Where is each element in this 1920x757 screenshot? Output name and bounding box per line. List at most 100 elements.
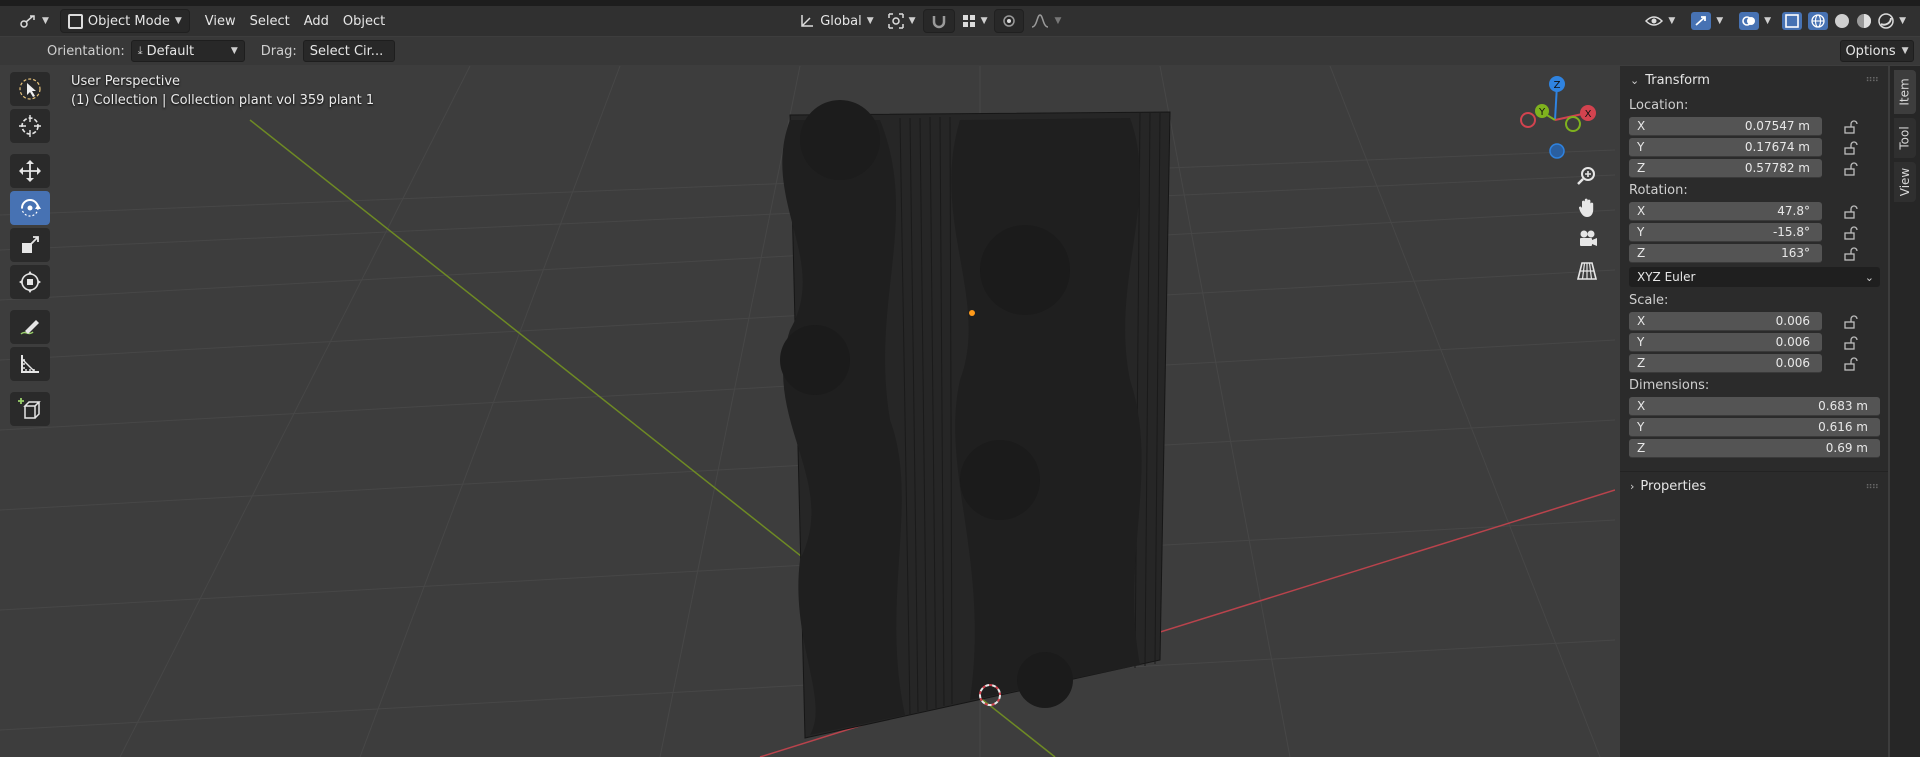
rotation-mode-select[interactable]: XYZ Euler ⌄ bbox=[1629, 267, 1880, 287]
menu-object[interactable]: Object bbox=[336, 10, 392, 32]
pan-button[interactable] bbox=[1572, 192, 1602, 222]
shading-solid-button[interactable] bbox=[1832, 10, 1852, 32]
scale-y-field[interactable]: Y 0.006 bbox=[1629, 333, 1822, 352]
field-axis-label: Z bbox=[1637, 356, 1646, 370]
chevron-down-icon: ⌄ bbox=[1864, 270, 1874, 284]
transform-icon bbox=[19, 271, 41, 293]
drag-grip-icon[interactable]: ⠶⠶ bbox=[1865, 74, 1879, 85]
zoom-button[interactable] bbox=[1572, 160, 1602, 190]
lock-icon[interactable] bbox=[1842, 314, 1860, 330]
lock-icon[interactable] bbox=[1842, 356, 1860, 372]
dimensions-y-field[interactable]: Y 0.616 m bbox=[1629, 418, 1880, 437]
snap-target-button[interactable]: ▼ bbox=[955, 10, 995, 32]
scale-icon bbox=[22, 236, 39, 253]
menu-add[interactable]: Add bbox=[297, 10, 336, 32]
orientation-dropdown[interactable]: ⤓ Default ▼ bbox=[130, 40, 245, 62]
rotation-z-field[interactable]: Z 163° bbox=[1629, 244, 1822, 263]
lock-icon[interactable] bbox=[1842, 204, 1860, 220]
field-axis-label: Y bbox=[1637, 420, 1645, 434]
lock-icon[interactable] bbox=[1842, 335, 1860, 351]
add-cube-tool[interactable] bbox=[10, 392, 50, 426]
3d-viewport[interactable] bbox=[0, 66, 1615, 757]
drag-dropdown[interactable]: Select Cir... bbox=[302, 40, 395, 62]
scale-z-field[interactable]: Z 0.006 bbox=[1629, 354, 1822, 373]
shading-rendered-button[interactable]: ▼ bbox=[1876, 10, 1908, 32]
rotation-z-row: Z 163° bbox=[1620, 243, 1888, 264]
crosshair-cursor-icon bbox=[19, 115, 41, 137]
drag-dropdown-value: Select Cir... bbox=[309, 43, 384, 59]
location-z-row: Z 0.57782 m bbox=[1620, 158, 1888, 179]
measure-tool[interactable] bbox=[10, 347, 50, 381]
navigation-gizmo[interactable]: Z X Y bbox=[1510, 75, 1600, 160]
scale-y-row: Y 0.006 bbox=[1620, 332, 1888, 353]
tab-tool[interactable]: Tool bbox=[1894, 118, 1916, 158]
xray-toggle[interactable] bbox=[1780, 10, 1804, 32]
field-value: 0.683 m bbox=[1818, 399, 1868, 413]
chevron-down-icon: ▼ bbox=[980, 16, 988, 26]
lock-icon[interactable] bbox=[1842, 225, 1860, 241]
orientation-label: Orientation: bbox=[47, 43, 125, 59]
tab-view[interactable]: View bbox=[1894, 162, 1916, 202]
overlays-toggle[interactable]: ▼ bbox=[1732, 10, 1778, 32]
sidebar-panel: ⌄ Transform ⠶⠶ Location: X 0.07547 m Y 0.1… bbox=[1620, 66, 1888, 757]
plant-wall-object[interactable] bbox=[780, 100, 1171, 739]
transform-panel-header[interactable]: ⌄ Transform ⠶⠶ bbox=[1620, 66, 1888, 94]
pivot-point-button[interactable]: ▼ bbox=[881, 10, 923, 32]
location-y-field[interactable]: Y 0.17674 m bbox=[1629, 138, 1822, 157]
chevron-down-icon: ▼ bbox=[1668, 16, 1676, 26]
visibility-button[interactable]: ▼ bbox=[1638, 10, 1682, 32]
shading-wireframe-button[interactable] bbox=[1806, 10, 1830, 32]
rotation-y-field[interactable]: Y -15.8° bbox=[1629, 223, 1822, 242]
drag-grip-icon[interactable]: ⠶⠶ bbox=[1865, 481, 1879, 492]
mode-select[interactable]: Object Mode ▼ bbox=[59, 9, 190, 33]
scale-tool[interactable] bbox=[10, 228, 50, 262]
lock-icon[interactable] bbox=[1842, 140, 1860, 156]
falloff-button[interactable]: ▼ bbox=[1024, 10, 1068, 32]
chevron-down-icon: ▼ bbox=[1899, 16, 1906, 26]
lock-icon[interactable] bbox=[1842, 246, 1860, 262]
perspective-toggle-button[interactable] bbox=[1572, 256, 1602, 286]
field-value: 0.006 bbox=[1775, 335, 1810, 349]
gizmo-toggle[interactable]: ▼ bbox=[1684, 10, 1730, 32]
properties-panel-header[interactable]: › Properties ⠶⠶ bbox=[1620, 471, 1888, 500]
field-axis-label: X bbox=[1637, 399, 1646, 413]
location-x-field[interactable]: X 0.07547 m bbox=[1629, 117, 1822, 136]
shading-material-button[interactable] bbox=[1854, 10, 1874, 32]
annotate-tool[interactable] bbox=[10, 310, 50, 344]
wireframe-sphere-icon bbox=[1808, 12, 1829, 30]
menu-select[interactable]: Select bbox=[243, 10, 297, 32]
location-z-field[interactable]: Z 0.57782 m bbox=[1629, 159, 1822, 178]
orientation-gizmo-icon: ⤓ bbox=[137, 44, 143, 57]
select-box-tool[interactable] bbox=[10, 72, 50, 106]
cursor-tool[interactable] bbox=[10, 109, 50, 143]
transform-orientation-select[interactable]: Global ▼ bbox=[792, 10, 880, 32]
move-tool[interactable] bbox=[10, 154, 50, 188]
dimensions-z-field[interactable]: Z 0.69 m bbox=[1629, 439, 1880, 458]
lock-icon[interactable] bbox=[1842, 119, 1860, 135]
dimensions-x-field[interactable]: X 0.683 m bbox=[1629, 397, 1880, 416]
camera-view-button[interactable] bbox=[1572, 224, 1602, 254]
falloff-curve-icon bbox=[1032, 14, 1049, 28]
lock-icon[interactable] bbox=[1842, 161, 1860, 177]
menu-view[interactable]: View bbox=[198, 10, 243, 32]
chevron-right-icon: › bbox=[1630, 479, 1635, 493]
proportional-edit-toggle[interactable] bbox=[994, 9, 1025, 33]
scale-x-field[interactable]: X 0.006 bbox=[1629, 312, 1822, 331]
viewport-info: User Perspective (1) Collection | Collec… bbox=[71, 72, 374, 110]
tab-item-label: Item bbox=[1898, 78, 1913, 106]
gizmo-icon bbox=[1691, 12, 1712, 30]
chevron-down-icon: ▼ bbox=[1054, 16, 1062, 26]
snap-toggle[interactable] bbox=[922, 9, 955, 33]
editor-type-button[interactable]: ▼ bbox=[12, 10, 56, 32]
rotation-x-field[interactable]: X 47.8° bbox=[1629, 202, 1822, 221]
pivot-icon bbox=[887, 13, 904, 29]
options-dropdown[interactable]: Options ▼ bbox=[1840, 40, 1914, 62]
transform-tool[interactable] bbox=[10, 265, 50, 299]
chevron-down-icon: ⌄ bbox=[1630, 73, 1640, 87]
chevron-down-icon: ▼ bbox=[1716, 16, 1724, 26]
tab-item[interactable]: Item bbox=[1894, 70, 1916, 114]
rotate-tool[interactable] bbox=[10, 191, 50, 225]
mode-select-label: Object Mode bbox=[87, 13, 170, 29]
field-axis-label: Y bbox=[1637, 335, 1645, 349]
pencil-icon bbox=[20, 320, 39, 335]
